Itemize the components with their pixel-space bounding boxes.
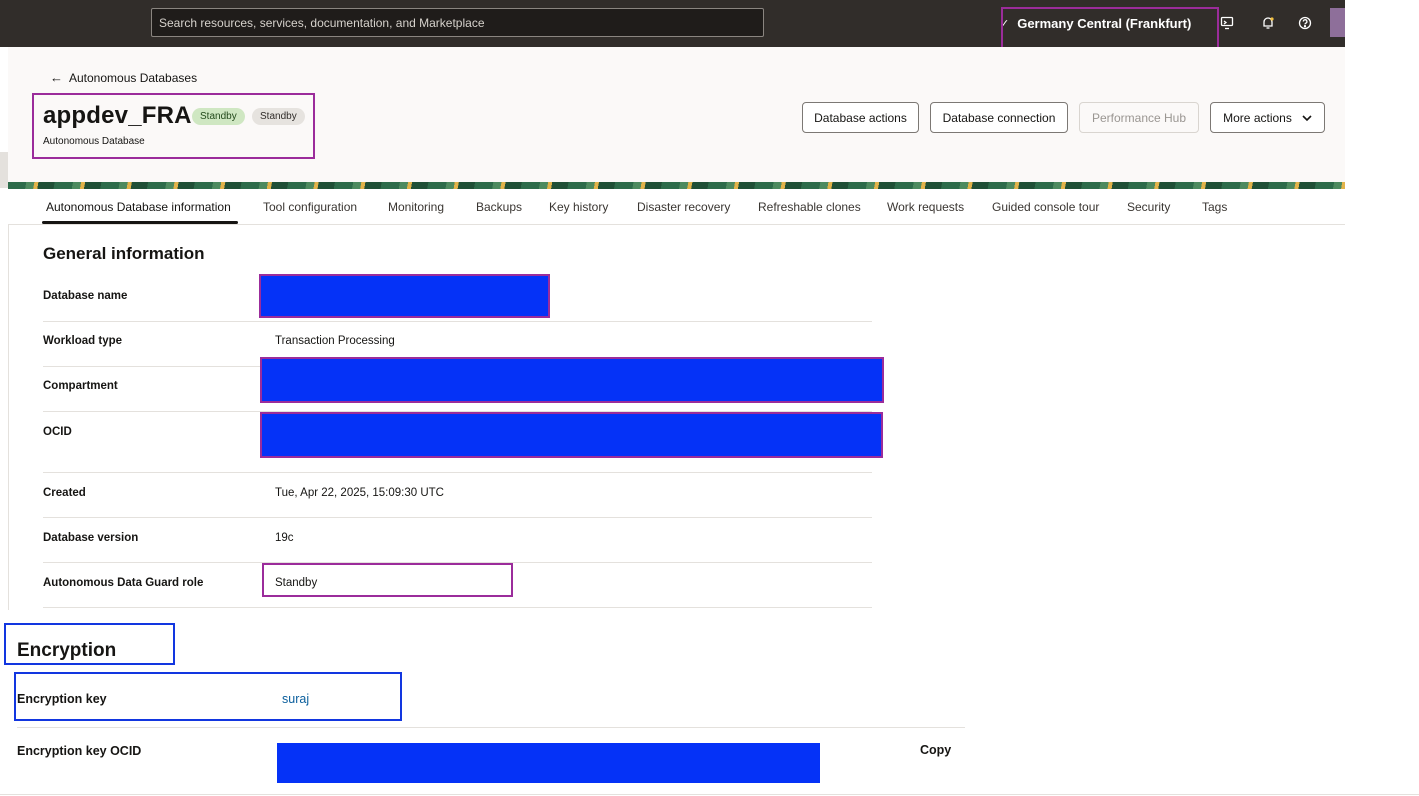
page-title: appdev_FRA <box>43 102 192 129</box>
header-banner-pattern <box>8 182 1345 189</box>
encryption-key-link[interactable]: suraj <box>282 692 309 706</box>
more-actions-label: More actions <box>1223 110 1292 125</box>
chevron-down-icon: ✓ <box>1000 17 1010 30</box>
search-input[interactable] <box>152 9 763 36</box>
arrow-left-icon: ← <box>50 70 63 85</box>
row-divider <box>43 472 872 473</box>
more-actions-button[interactable]: More actions <box>1210 102 1325 133</box>
row-divider <box>43 321 872 322</box>
tab-monitoring[interactable]: Monitoring <box>388 200 444 214</box>
encryption-key-ocid-redacted <box>277 743 820 783</box>
data-guard-role-value: Standby <box>275 577 318 589</box>
bell-icon[interactable] <box>1258 13 1278 33</box>
tab-guided-console-tour[interactable]: Guided console tour <box>992 200 1099 214</box>
tab-tags[interactable]: Tags <box>1202 200 1227 214</box>
tab-refreshable-clones[interactable]: Refreshable clones <box>758 200 861 214</box>
cloud-shell-icon[interactable] <box>1217 13 1237 33</box>
search-box[interactable] <box>151 8 764 37</box>
row-divider <box>17 727 965 728</box>
database-version-label: Database version <box>43 532 139 544</box>
database-version-value: 19c <box>275 532 294 544</box>
created-value: Tue, Apr 22, 2025, 15:09:30 UTC <box>275 487 444 499</box>
workload-type-label: Workload type <box>43 335 123 347</box>
encryption-key-ocid-label: Encryption key OCID <box>17 744 142 758</box>
database-name-label: Database name <box>43 290 128 302</box>
bottom-divider <box>0 794 1419 795</box>
ocid-redacted <box>260 412 883 458</box>
chevron-down-icon <box>1302 111 1312 125</box>
database-name-redacted <box>259 274 550 318</box>
breadcrumb-back-link[interactable]: ← Autonomous Databases <box>50 70 197 85</box>
tab-disaster-recovery[interactable]: Disaster recovery <box>637 200 730 214</box>
data-guard-role-label: Autonomous Data Guard role <box>43 577 204 589</box>
database-actions-button[interactable]: Database actions <box>802 102 919 133</box>
tab-work-requests[interactable]: Work requests <box>887 200 964 214</box>
side-panel-edge <box>0 152 8 188</box>
database-connection-button[interactable]: Database connection <box>930 102 1068 133</box>
region-label: Germany Central (Frankfurt) <box>1017 15 1192 31</box>
compartment-redacted <box>260 357 884 403</box>
general-information-heading: General information <box>43 244 205 263</box>
encryption-key-label: Encryption key <box>17 692 107 706</box>
created-label: Created <box>43 487 86 499</box>
help-icon[interactable] <box>1295 13 1315 33</box>
avatar[interactable] <box>1330 8 1345 37</box>
status-badge-role: Standby <box>252 108 305 125</box>
tab-backups[interactable]: Backups <box>476 200 522 214</box>
compartment-label: Compartment <box>43 380 118 392</box>
region-selector[interactable]: ✓ Germany Central (Frankfurt) <box>1000 12 1191 34</box>
tab-key-history[interactable]: Key history <box>549 200 608 214</box>
tab-tool-configuration[interactable]: Tool configuration <box>263 200 357 214</box>
row-divider <box>43 607 872 608</box>
row-divider <box>43 562 872 563</box>
row-divider <box>43 517 872 518</box>
tab-autonomous-database-information[interactable]: Autonomous Database information <box>46 200 231 214</box>
workload-type-value: Transaction Processing <box>275 335 395 347</box>
performance-hub-button[interactable]: Performance Hub <box>1079 102 1199 133</box>
encryption-heading: Encryption <box>17 640 117 661</box>
page-subtitle: Autonomous Database <box>43 136 145 147</box>
ocid-label: OCID <box>43 426 72 438</box>
status-badge-lifecycle: Standby <box>192 108 245 125</box>
active-tab-indicator <box>42 221 238 224</box>
copy-ocid-link[interactable]: Copy <box>920 743 951 757</box>
tab-security[interactable]: Security <box>1127 200 1170 214</box>
breadcrumb-label: Autonomous Databases <box>69 70 198 85</box>
